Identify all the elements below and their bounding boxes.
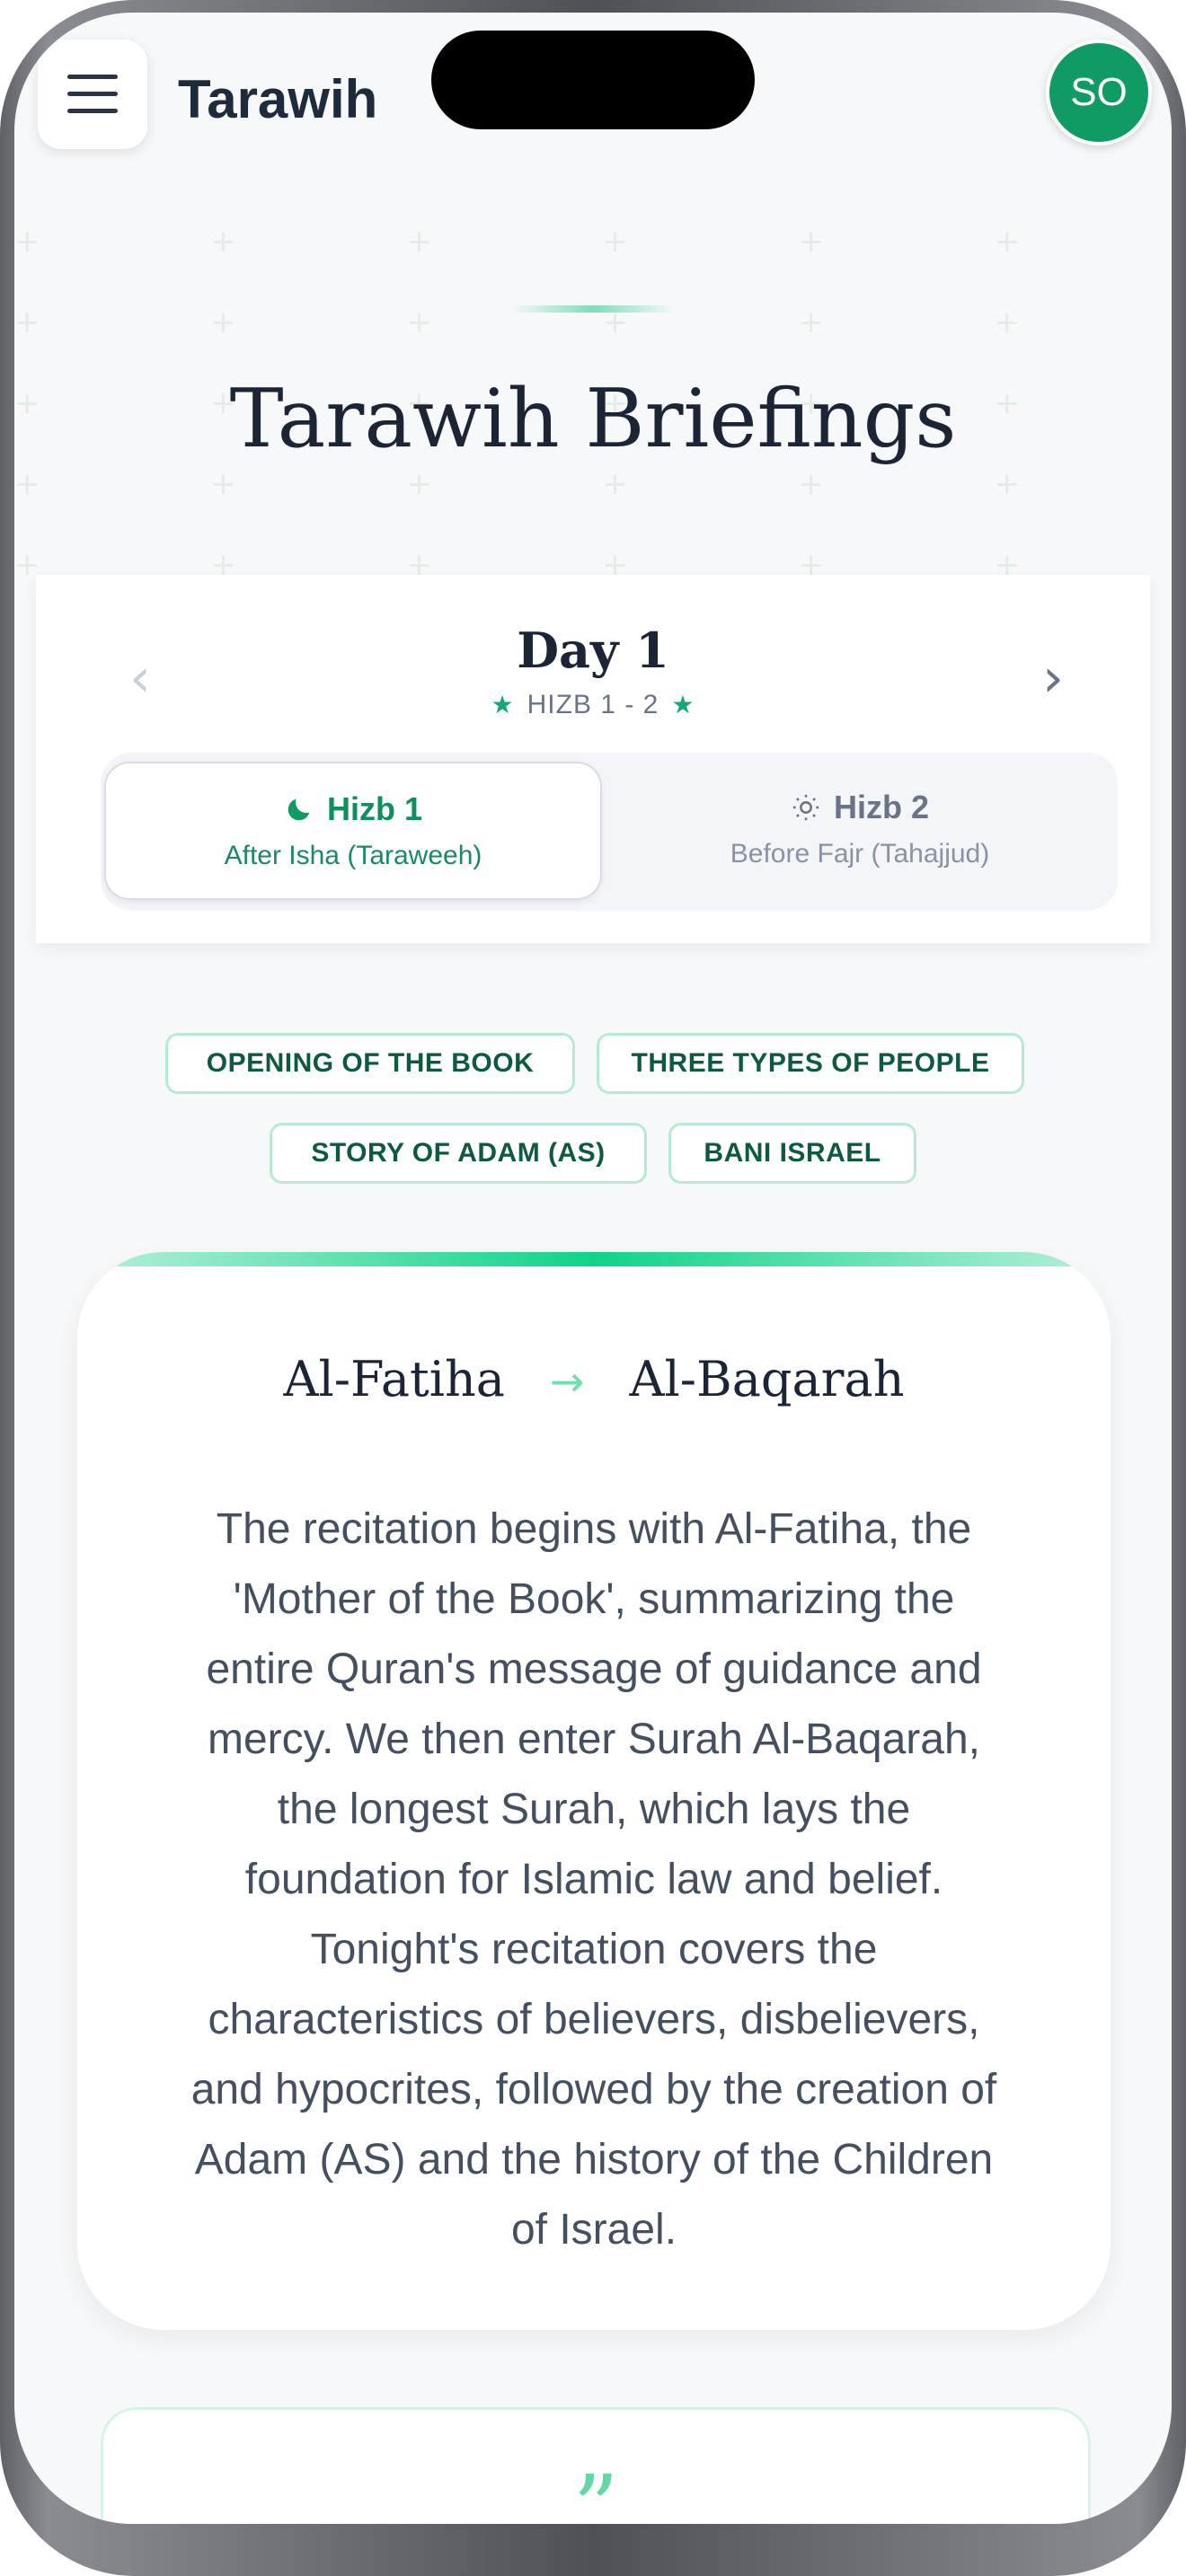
star-icon: ★ <box>491 691 515 719</box>
star-icon: ★ <box>671 691 695 719</box>
day-label: Day 1 <box>517 622 669 679</box>
hizb-range-text: HIZB 1 - 2 <box>527 690 659 719</box>
tab-hizb-1-time: After Isha (Taraweeh) <box>224 841 482 870</box>
topic-tag[interactable]: OPENING OF THE BOOK <box>165 1033 575 1094</box>
hizb-tabs: Hizb 1 After Isha (Taraweeh) Hizb 2 Befo… <box>101 753 1118 911</box>
topic-tag[interactable]: THREE TYPES OF PEOPLE <box>597 1033 1024 1094</box>
app-title: Tarawih <box>178 69 378 129</box>
topic-tag[interactable]: STORY OF ADAM (AS) <box>270 1123 647 1184</box>
quote-card: ” <box>101 2407 1091 2524</box>
camera-notch <box>431 31 755 129</box>
day-selector-card: ‹ Day 1 › ★ HIZB 1 - 2 ★ Hizb 1 After Isha… <box>36 575 1150 943</box>
surah-range: Al-Fatiha → Al-Baqarah <box>77 1351 1111 1407</box>
moon-icon <box>288 798 310 821</box>
topic-tag[interactable]: BANI ISRAEL <box>668 1123 916 1184</box>
briefing-accent-bar <box>77 1252 1111 1266</box>
arrow-right-icon: → <box>549 1357 585 1406</box>
device-frame: + + + + + + + + + + + + + + + + + + + + … <box>0 0 1186 2576</box>
tab-hizb-1[interactable]: Hizb 1 After Isha (Taraweeh) <box>104 762 602 900</box>
tab-hizb-2-time: Before Fajr (Tahajjud) <box>730 839 990 869</box>
briefing-summary: The recitation begins with Al-Fatiha, th… <box>190 1505 997 2254</box>
sun-icon <box>792 794 819 821</box>
hizb-range: ★ HIZB 1 - 2 ★ <box>36 690 1150 720</box>
menu-button[interactable] <box>38 40 147 149</box>
page-title: Tarawih Briefings <box>229 372 957 466</box>
tab-hizb-2-label: Hizb 2 <box>833 789 929 825</box>
hamburger-icon <box>67 75 118 114</box>
to-surah: Al-Baqarah <box>629 1351 905 1407</box>
app-screen: + + + + + + + + + + + + + + + + + + + + … <box>14 13 1172 2524</box>
from-surah: Al-Fatiha <box>283 1351 505 1407</box>
quote-icon: ” <box>572 2456 619 2525</box>
user-avatar[interactable]: SO <box>1046 40 1152 146</box>
tab-hizb-2[interactable]: Hizb 2 Before Fajr (Tahajjud) <box>613 762 1107 896</box>
briefing-card: Al-Fatiha → Al-Baqarah The recitation begi… <box>77 1252 1111 2330</box>
title-accent-line <box>512 305 674 313</box>
tab-hizb-1-label: Hizb 1 <box>326 790 422 827</box>
